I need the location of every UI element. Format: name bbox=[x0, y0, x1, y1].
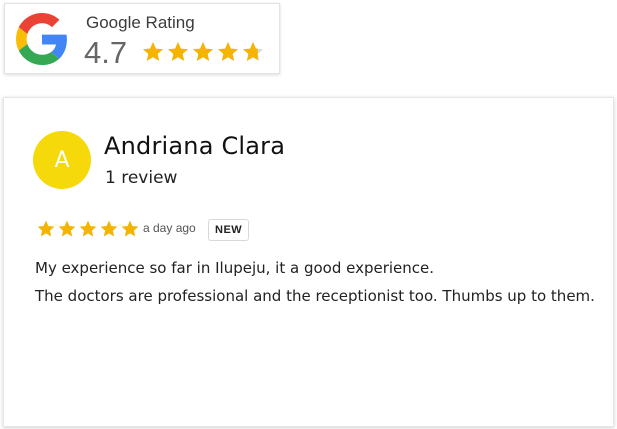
reviewer-name[interactable]: Andriana Clara bbox=[104, 132, 285, 160]
star-icon bbox=[100, 220, 118, 237]
new-badge: NEW bbox=[208, 219, 250, 241]
star-icon bbox=[243, 42, 263, 61]
star-icon bbox=[121, 220, 139, 237]
rating-stars bbox=[141, 40, 265, 64]
review-date: a day ago bbox=[143, 221, 196, 235]
review-text-line: The doctors are professional and the rec… bbox=[35, 287, 595, 305]
review-card: A Andriana Clara 1 review a day ago NEW … bbox=[3, 97, 614, 427]
review-stars bbox=[36, 219, 140, 239]
review-count: 1 review bbox=[105, 168, 178, 188]
star-icon bbox=[218, 42, 238, 61]
rating-score: 4.7 bbox=[84, 35, 128, 70]
rating-title: Google Rating bbox=[86, 13, 195, 32]
star-icon bbox=[143, 42, 163, 61]
avatar-letter: A bbox=[54, 147, 70, 173]
star-icon bbox=[168, 42, 188, 61]
star-icon bbox=[37, 220, 55, 237]
google-g-icon bbox=[16, 13, 67, 65]
review-text-line: My experience so far in Ilupeju, it a go… bbox=[35, 259, 435, 277]
star-icon bbox=[58, 220, 76, 237]
avatar: A bbox=[33, 131, 91, 189]
star-icon bbox=[79, 220, 97, 237]
google-rating-badge[interactable]: Google Rating 4.7 bbox=[4, 3, 280, 74]
review-text: My experience so far in Ilupeju, it a go… bbox=[35, 254, 595, 310]
star-icon bbox=[193, 42, 213, 61]
